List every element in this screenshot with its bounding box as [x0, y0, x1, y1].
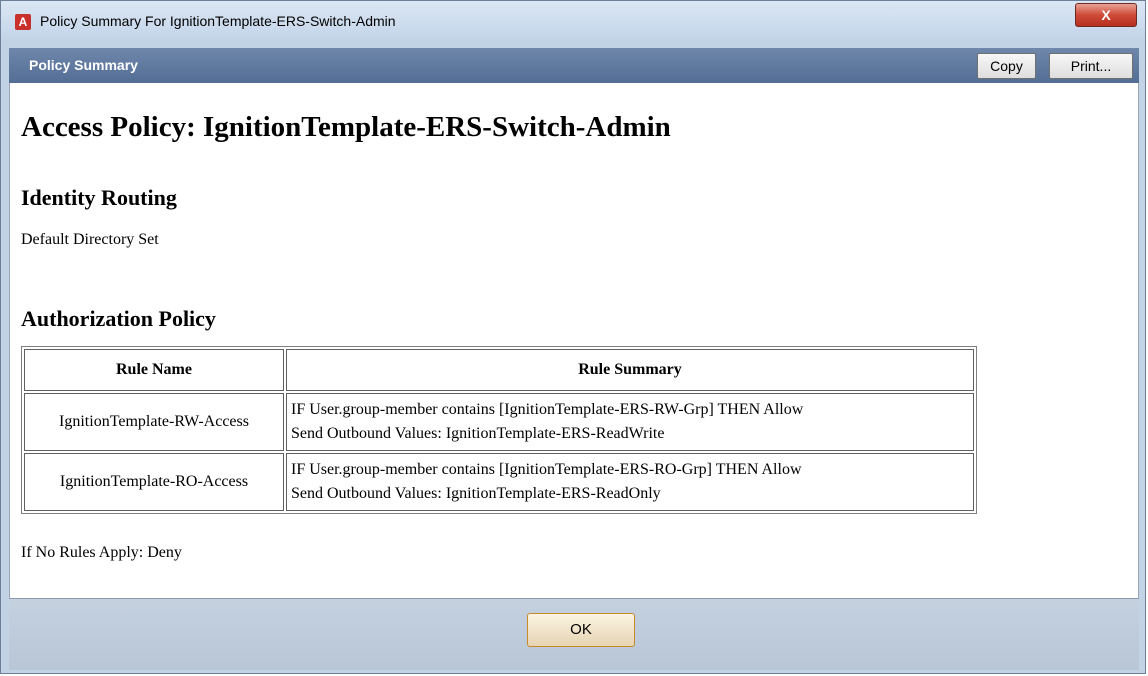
- identity-routing-value: Default Directory Set: [21, 231, 159, 248]
- window-title: Policy Summary For IgnitionTemplate-ERS-…: [40, 13, 396, 29]
- rule-summary-cell: IF User.group-member contains [IgnitionT…: [286, 453, 974, 511]
- policy-content: Access Policy: IgnitionTemplate-ERS-Swit…: [9, 83, 1139, 598]
- ok-button[interactable]: OK: [527, 613, 635, 647]
- panel-title: Policy Summary: [29, 57, 138, 73]
- print-button[interactable]: Print...: [1049, 53, 1133, 79]
- page-title: Access Policy: IgnitionTemplate-ERS-Swit…: [21, 111, 671, 143]
- rule-outbound-values: Send Outbound Values: IgnitionTemplate-E…: [291, 425, 665, 442]
- rule-name-header: Rule Name: [24, 349, 284, 391]
- copy-button[interactable]: Copy: [977, 53, 1036, 79]
- default-rule-text: If No Rules Apply: Deny: [21, 544, 182, 561]
- identity-routing-heading: Identity Routing: [21, 185, 177, 210]
- authorization-policy-heading: Authorization Policy: [21, 306, 216, 331]
- rule-name-cell: IgnitionTemplate-RW-Access: [24, 393, 284, 451]
- app-logo-icon: A: [15, 14, 31, 30]
- rule-outbound-values: Send Outbound Values: IgnitionTemplate-E…: [291, 485, 661, 502]
- close-button[interactable]: X: [1075, 3, 1137, 27]
- policy-summary-window: A Policy Summary For IgnitionTemplate-ER…: [0, 0, 1146, 674]
- rules-table: Rule Name Rule Summary IgnitionTemplate-…: [21, 346, 977, 514]
- rule-name-cell: IgnitionTemplate-RO-Access: [24, 453, 284, 511]
- title-bar[interactable]: A Policy Summary For IgnitionTemplate-ER…: [1, 1, 1145, 39]
- rule-condition: IF User.group-member contains [IgnitionT…: [291, 401, 804, 418]
- table-header-row: Rule Name Rule Summary: [24, 349, 974, 391]
- rule-summary-header: Rule Summary: [286, 349, 974, 391]
- table-row: IgnitionTemplate-RO-Access IF User.group…: [24, 453, 974, 511]
- rule-summary-cell: IF User.group-member contains [IgnitionT…: [286, 393, 974, 451]
- panel-header: Policy Summary Copy Print...: [9, 48, 1139, 83]
- rule-condition: IF User.group-member contains [IgnitionT…: [291, 461, 802, 478]
- dialog-footer: OK: [9, 598, 1139, 670]
- table-row: IgnitionTemplate-RW-Access IF User.group…: [24, 393, 974, 451]
